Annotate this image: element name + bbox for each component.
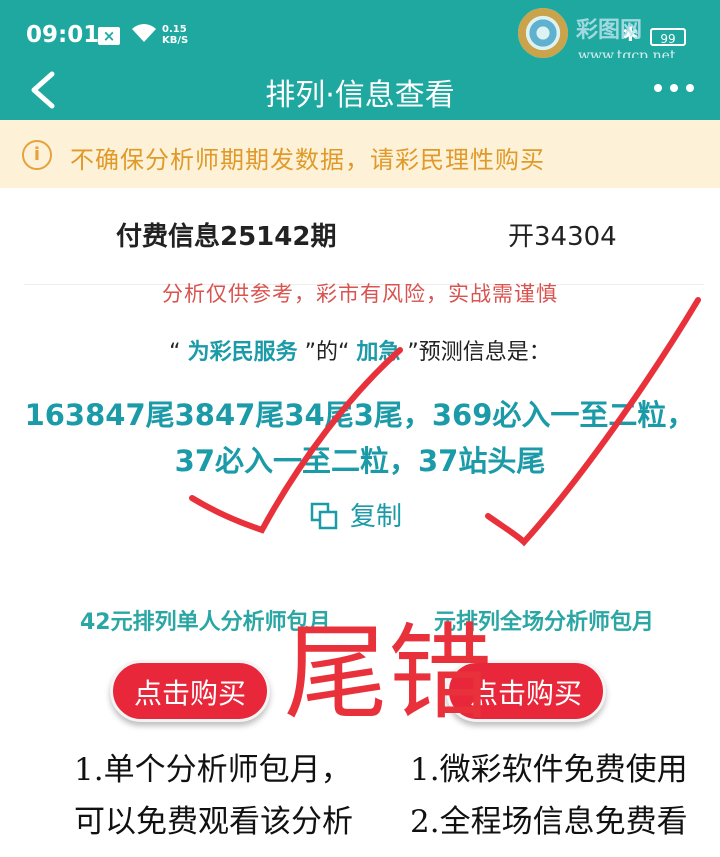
feature-item: 1.单个分析师包月， xyxy=(74,752,352,788)
feature-item: 1.微彩软件免费使用 xyxy=(410,752,688,788)
copy-icon xyxy=(310,502,338,530)
feature-item: 2.全程场信息免费看 xyxy=(410,804,688,840)
more-button[interactable] xyxy=(650,72,698,104)
info-open-result: 开34304 xyxy=(508,222,617,252)
plan-single-features: 1.单个分析师包月， 可以免费观看该分析 xyxy=(74,744,353,848)
plan-all-features: 1.微彩软件免费使用 2.全程场信息免费看 xyxy=(410,744,688,848)
feature-item: 可以免费观看该分析 xyxy=(74,804,353,840)
plan-all-title: 元排列全场分析师包月 xyxy=(434,610,655,635)
source-name: 为彩民服务 xyxy=(187,340,298,365)
buy-single-button[interactable]: 点击购买 xyxy=(110,660,270,722)
analyst-name: 加急 xyxy=(356,340,401,365)
network-speed-value: 0.15 xyxy=(162,24,187,35)
watermark-title: 彩图网 xyxy=(576,18,643,43)
network-speed-unit: KB/S xyxy=(162,35,189,46)
notification-x-icon: × xyxy=(98,27,120,45)
quote-open: “ xyxy=(169,340,181,365)
notice-bar: i 不确保分析师期期发数据，请彩民理性购买 xyxy=(0,120,720,188)
prediction-line-2: 37必入一至二粒，37站头尾 xyxy=(174,444,546,478)
prediction-line-1: 163847尾3847尾34尾3尾，369必入一至二粒， xyxy=(24,398,696,432)
prediction-intro: “ 为彩民服务 ”的“ 加急 ”预测信息是： xyxy=(0,334,720,366)
wifi-icon xyxy=(130,22,158,48)
notice-text: 不确保分析师期期发数据，请彩民理性购买 xyxy=(70,146,545,174)
info-issue-title: 付费信息25142期 xyxy=(116,222,337,252)
prediction-content: 163847尾3847尾34尾3尾，369必入一至二粒， 37必入一至二粒，37… xyxy=(20,392,700,484)
copy-label: 复制 xyxy=(350,502,403,532)
watermark-logo-icon xyxy=(518,8,568,58)
buy-all-button[interactable]: 点击购买 xyxy=(446,660,606,722)
status-time: 09:01 xyxy=(26,22,100,48)
prediction-suffix: ”预测信息是： xyxy=(407,340,551,365)
info-icon: i xyxy=(22,140,52,170)
network-speed: 0.15 KB/S xyxy=(162,24,188,46)
risk-warning: 分析仅供参考，彩市有风险，实战需谨慎 xyxy=(162,282,558,306)
nav-bar: 排列·信息查看 xyxy=(0,58,720,120)
more-dots-icon xyxy=(654,84,694,92)
plan-single-title: 42元排列单人分析师包月 xyxy=(80,610,331,635)
quote-mid: ”的“ xyxy=(304,340,350,365)
page-title: 排列·信息查看 xyxy=(265,78,455,113)
